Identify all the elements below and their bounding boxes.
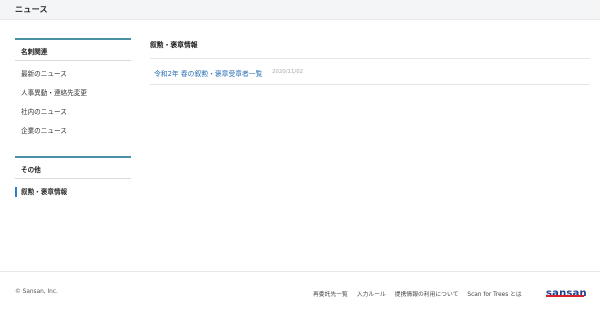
footer-link-input-rules[interactable]: 入力ルール [357, 292, 386, 298]
sidebar-item-company-news[interactable]: 企業のニュース [15, 122, 131, 141]
footer-link-subcontractors[interactable]: 再委託先一覧 [313, 292, 348, 298]
section-heading: 叙勲・褒章情報 [150, 38, 590, 59]
article-link[interactable]: 令和2年 春の叙勲・褒章受章者一覧 [154, 68, 262, 78]
sidebar-nav-list: 叙勲・褒章情報 [15, 179, 131, 202]
sidebar-section-title: 名刺関連 [21, 48, 48, 56]
sidebar-item-personnel-changes[interactable]: 人事異動・連絡先変更 [15, 84, 131, 103]
sidebar-section-business-cards: 名刺関連 最新のニュース 人事異動・連絡先変更 社内のニュース 企業のニュース [15, 38, 131, 141]
sidebar-section-other: その他 叙勲・褒章情報 [15, 156, 131, 202]
logo-text: sansan [546, 288, 587, 299]
logo-underline [546, 295, 584, 297]
article-date: 2020/11/02 [272, 69, 304, 75]
sidebar-item-honors[interactable]: 叙勲・褒章情報 [15, 183, 131, 202]
sansan-logo: sansan [546, 281, 587, 301]
page-title: ニュース [15, 5, 48, 14]
sidebar-item-internal-news[interactable]: 社内のニュース [15, 103, 131, 122]
main-content: 叙勲・褒章情報 令和2年 春の叙勲・褒章受章者一覧 2020/11/02 [150, 38, 590, 85]
copyright-text: © Sansan, Inc. [15, 289, 58, 295]
footer-link-scan-for-trees[interactable]: Scan for Trees とは [467, 292, 521, 298]
sidebar-nav-list: 最新のニュース 人事異動・連絡先変更 社内のニュース 企業のニュース [15, 61, 131, 141]
footer-link-partner-info[interactable]: 提携情報の利用について [395, 292, 459, 298]
footer-links: 再委託先一覧 入力ルール 提携情報の利用について Scan for Trees とは [313, 289, 531, 298]
sidebar-section-header: 名刺関連 [15, 38, 131, 61]
sidebar-item-latest-news[interactable]: 最新のニュース [15, 65, 131, 84]
sidebar-section-title: その他 [21, 166, 41, 174]
header-bar: ニュース [0, 0, 600, 20]
sidebar-section-header: その他 [15, 156, 131, 179]
list-item: 令和2年 春の叙勲・褒章受章者一覧 2020/11/02 [150, 59, 590, 85]
footer: © Sansan, Inc. 再委託先一覧 入力ルール 提携情報の利用について Sca… [0, 271, 600, 310]
